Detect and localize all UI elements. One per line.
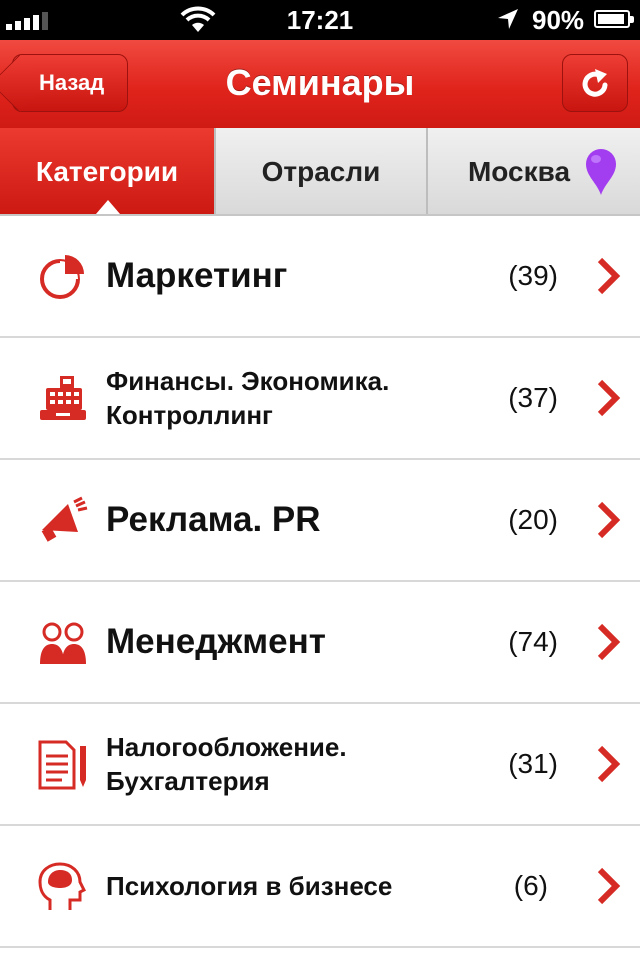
head-brain-icon [38,862,87,910]
category-title: Реклама. PR [106,500,321,539]
tab-industries[interactable]: Отрасли [214,128,426,214]
document-pencil-icon [38,740,86,790]
category-count: (74) [508,626,558,657]
refresh-icon [582,69,608,97]
category-count: (39) [508,260,558,291]
chevron-right-icon [597,867,621,905]
list-item[interactable]: Менеджмент (74) [0,582,640,704]
location-arrow-icon [498,9,518,29]
list-item[interactable]: Реклама. PR (20) [0,460,640,582]
refresh-button[interactable] [562,54,628,112]
pie-chart-icon [40,255,84,299]
category-count: (31) [508,748,558,779]
category-list: Маркетинг (39) Финансы. Экономика. Контр… [0,216,640,948]
navigation-bar: Назад Семинары [0,40,640,129]
list-item[interactable]: Финансы. Экономика. Контроллинг (37) [0,338,640,460]
category-count: (20) [508,504,558,535]
category-title: Маркетинг [106,256,288,295]
chevron-right-icon [597,257,621,295]
battery-percent: 90% [532,5,585,35]
megaphone-icon [41,496,88,542]
chevron-right-icon [597,501,621,539]
category-count: (6) [513,870,548,901]
map-pin-icon[interactable] [584,148,618,196]
category-title: Финансы. Экономика. Контроллинг [106,366,390,430]
list-item[interactable]: Маркетинг (39) [0,216,640,338]
active-tab-indicator [96,200,120,214]
status-bar: 17:21 90% [0,0,640,40]
chevron-right-icon [597,379,621,417]
page-title: Семинары [225,62,415,103]
category-title: Налогообложение. Бухгалтерия [106,732,347,796]
chevron-right-icon [597,623,621,661]
list-item[interactable]: Налогообложение. Бухгалтерия (31) [0,704,640,826]
list-item[interactable]: Психология в бизнесе (6) [0,826,640,948]
category-title: Менеджмент [106,622,326,661]
chevron-right-icon [597,745,621,783]
category-title: Психология в бизнесе [106,871,393,901]
battery-icon [594,10,634,28]
people-icon [40,622,86,664]
cash-register-icon [40,376,86,420]
category-count: (37) [508,382,558,413]
